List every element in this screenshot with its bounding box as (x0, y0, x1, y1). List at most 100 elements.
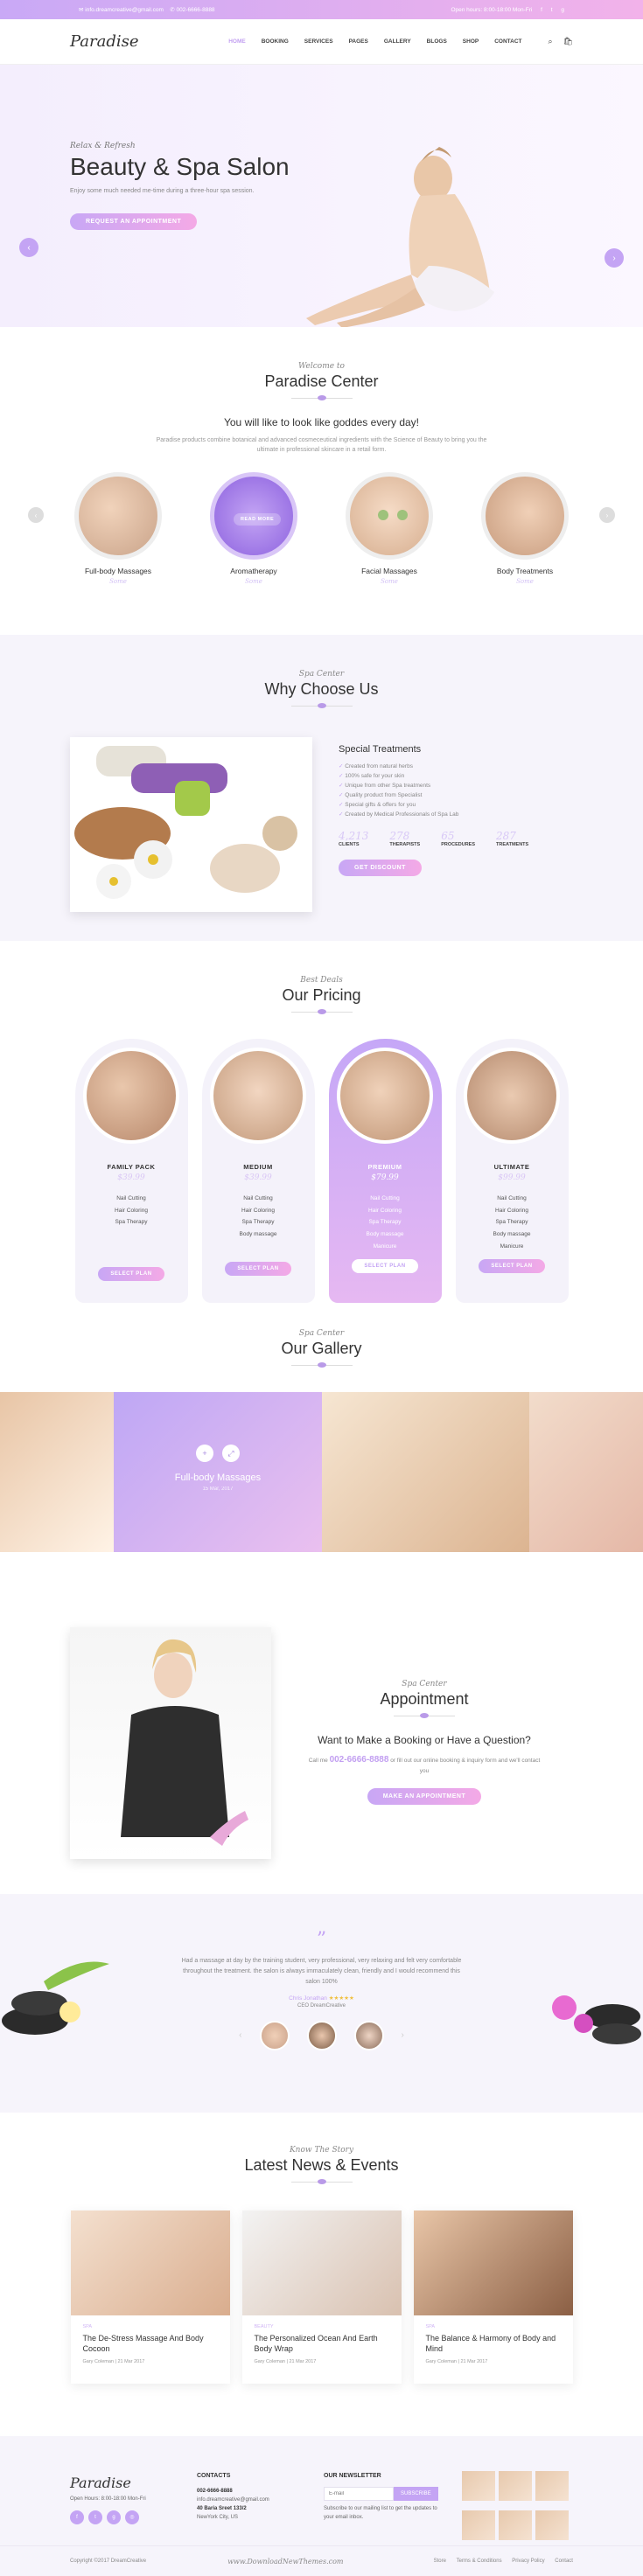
footer-email[interactable]: info.dreamcreative@gmail.com (197, 2496, 324, 2504)
service-item[interactable]: READ MORE Aromatherapy Some (210, 472, 297, 585)
link-icon[interactable]: ⤢ (221, 1445, 240, 1462)
thumb-image[interactable] (499, 2510, 532, 2540)
appointment-phone[interactable]: 002-6666-8888 (330, 1755, 389, 1765)
facebook-icon[interactable]: f (70, 2510, 84, 2525)
topbar-email[interactable]: info.dreamcreative@gmail.com (85, 7, 164, 13)
facebook-icon[interactable]: f (541, 7, 542, 13)
nav-contact[interactable]: CONTACT (494, 38, 521, 45)
twitter-icon[interactable]: t (551, 7, 553, 13)
google-plus-icon[interactable]: g (107, 2510, 121, 2525)
thumb-image[interactable] (462, 2510, 495, 2540)
nav-shop[interactable]: SHOP (463, 38, 479, 45)
newsletter-title: OUR NEWSLETTER (324, 2473, 381, 2479)
news-card[interactable]: BEAUTY The Personalized Ocean And Earth … (241, 2210, 402, 2384)
select-plan-button[interactable]: SELECT PLAN (479, 1259, 545, 1274)
gallery-image-hover[interactable]: + ⤢ Full-body Massages 15 Mar, 2017 (114, 1392, 322, 1552)
testimonial-prev-icon[interactable]: ‹ (239, 2030, 241, 2040)
services-next-button[interactable]: › (599, 507, 615, 524)
news-tag[interactable]: SPA (426, 2324, 561, 2329)
news-card[interactable]: SPA The Balance & Harmony of Body and Mi… (413, 2210, 573, 2384)
subscribe-button[interactable]: SUBSCRIBE (394, 2486, 438, 2501)
news-card[interactable]: SPA The De-Stress Massage And Body Cocoo… (70, 2210, 230, 2384)
plan-price: $39.99 (244, 1173, 272, 1182)
service-item[interactable]: Full-body Massages Some (74, 472, 162, 585)
news-image (241, 2210, 402, 2315)
therapist-image (70, 1627, 271, 1859)
footer-link-privacy[interactable]: Privacy Policy (512, 2559, 544, 2564)
search-icon[interactable]: ⌕ (549, 37, 553, 46)
service-item[interactable]: Body Treatments Some (481, 472, 569, 585)
nav-services[interactable]: SERVICES (304, 38, 333, 45)
plan-feature: Spa Therapy (115, 1219, 148, 1226)
gallery-image[interactable] (0, 1392, 115, 1552)
nav-home[interactable]: HOME (228, 38, 246, 45)
testimonial-section: ” Had a massage at day by the training s… (0, 1894, 643, 2113)
service-sub: Some (245, 578, 262, 586)
services-carousel: ‹ › Full-body Massages Some READ MORE Ar… (0, 472, 643, 585)
newsletter-email-input[interactable] (324, 2486, 394, 2501)
zoom-icon[interactable]: + (195, 1445, 213, 1462)
gallery-image[interactable] (321, 1392, 529, 1552)
orchid-stones-right-image (552, 1995, 641, 2044)
make-appointment-button[interactable]: MAKE AN APPOINTMENT (367, 1788, 482, 1806)
news-title-link[interactable]: The Personalized Ocean And Earth Body Wr… (255, 2334, 389, 2354)
nav-gallery[interactable]: GALLERY (384, 38, 411, 45)
news-title-link[interactable]: The Balance & Harmony of Body and Mind (426, 2334, 561, 2354)
plan-feature: Manicure (500, 1243, 524, 1250)
twitter-icon[interactable]: t (88, 2510, 102, 2525)
feature-item: Created from natural herbs (339, 762, 528, 771)
nav-blogs[interactable]: BLOGS (427, 38, 447, 45)
services-prev-button[interactable]: ‹ (28, 507, 44, 524)
news-section: Know The Story Latest News & Events SPA … (0, 2113, 643, 2436)
footer-phone[interactable]: 002-6666-8888 (197, 2487, 324, 2496)
slider-prev-button[interactable]: ‹ (19, 238, 38, 257)
footer-logo[interactable]: Paradise (70, 2471, 201, 2495)
logo[interactable]: Paradise (70, 32, 201, 51)
nav-pages[interactable]: PAGES (349, 38, 368, 45)
news-meta: Gary Coleman | 21 Mar 2017 (425, 2359, 488, 2365)
news-tag[interactable]: SPA (83, 2324, 218, 2329)
appointment-question: Want to Make a Booking or Have a Questio… (318, 1734, 531, 1746)
select-plan-button[interactable]: SELECT PLAN (225, 1261, 291, 1276)
service-item[interactable]: Facial Massages Some (346, 472, 433, 585)
select-plan-button[interactable]: SELECT PLAN (352, 1259, 418, 1274)
request-appointment-button[interactable]: REQUEST AN APPOINTMENT (70, 213, 198, 230)
news-title-link[interactable]: The De-Stress Massage And Body Cocoon (83, 2334, 218, 2354)
avatar[interactable] (306, 2020, 337, 2050)
nav-booking[interactable]: BOOKING (262, 38, 289, 45)
gallery-image[interactable] (528, 1392, 643, 1552)
service-image: READ MORE (210, 472, 297, 560)
get-discount-button[interactable]: GET DISCOUNT (339, 860, 422, 877)
instagram-icon[interactable]: ◎ (125, 2510, 139, 2525)
footer-link-store[interactable]: Store (434, 2559, 446, 2564)
thumb-image[interactable] (462, 2471, 495, 2501)
call-prefix: Call me (308, 1758, 328, 1764)
news-meta: Gary Coleman | 21 Mar 2017 (254, 2359, 317, 2365)
plan-feature: Hair Coloring (241, 1207, 275, 1214)
thumb-image[interactable] (499, 2471, 532, 2501)
service-name: Body Treatments (496, 567, 554, 576)
plan-name: ULTIMATE (493, 1163, 530, 1171)
divider (290, 1362, 353, 1368)
contacts-title: CONTACTS (197, 2473, 231, 2479)
avatar[interactable] (259, 2020, 290, 2050)
plan-card-family: FAMILY PACK $39.99 Nail Cutting Hair Col… (74, 1039, 188, 1303)
plan-name: PREMIUM (367, 1163, 402, 1171)
topbar-phone[interactable]: 002-6666-8888 (176, 7, 214, 13)
news-tag[interactable]: BEAUTY (255, 2324, 389, 2329)
cart-icon[interactable]: 🛍 (563, 37, 573, 46)
thumb-image[interactable] (535, 2471, 569, 2501)
feature-item: Created by Medical Professionals of Spa … (339, 810, 528, 819)
slider-next-button[interactable]: › (605, 248, 624, 268)
testimonial-next-icon[interactable]: › (402, 2030, 404, 2040)
google-plus-icon[interactable]: g (561, 7, 564, 13)
avatar[interactable] (353, 2020, 384, 2050)
read-more-button[interactable]: READ MORE (234, 513, 282, 526)
footer-link-contact[interactable]: Contact (555, 2559, 573, 2564)
select-plan-button[interactable]: SELECT PLAN (98, 1266, 164, 1281)
news-image (413, 2210, 573, 2315)
thumb-image[interactable] (535, 2510, 569, 2540)
plan-feature: Spa Therapy (368, 1219, 402, 1226)
service-image (74, 472, 162, 560)
footer-link-terms[interactable]: Terms & Conditions (457, 2559, 502, 2564)
